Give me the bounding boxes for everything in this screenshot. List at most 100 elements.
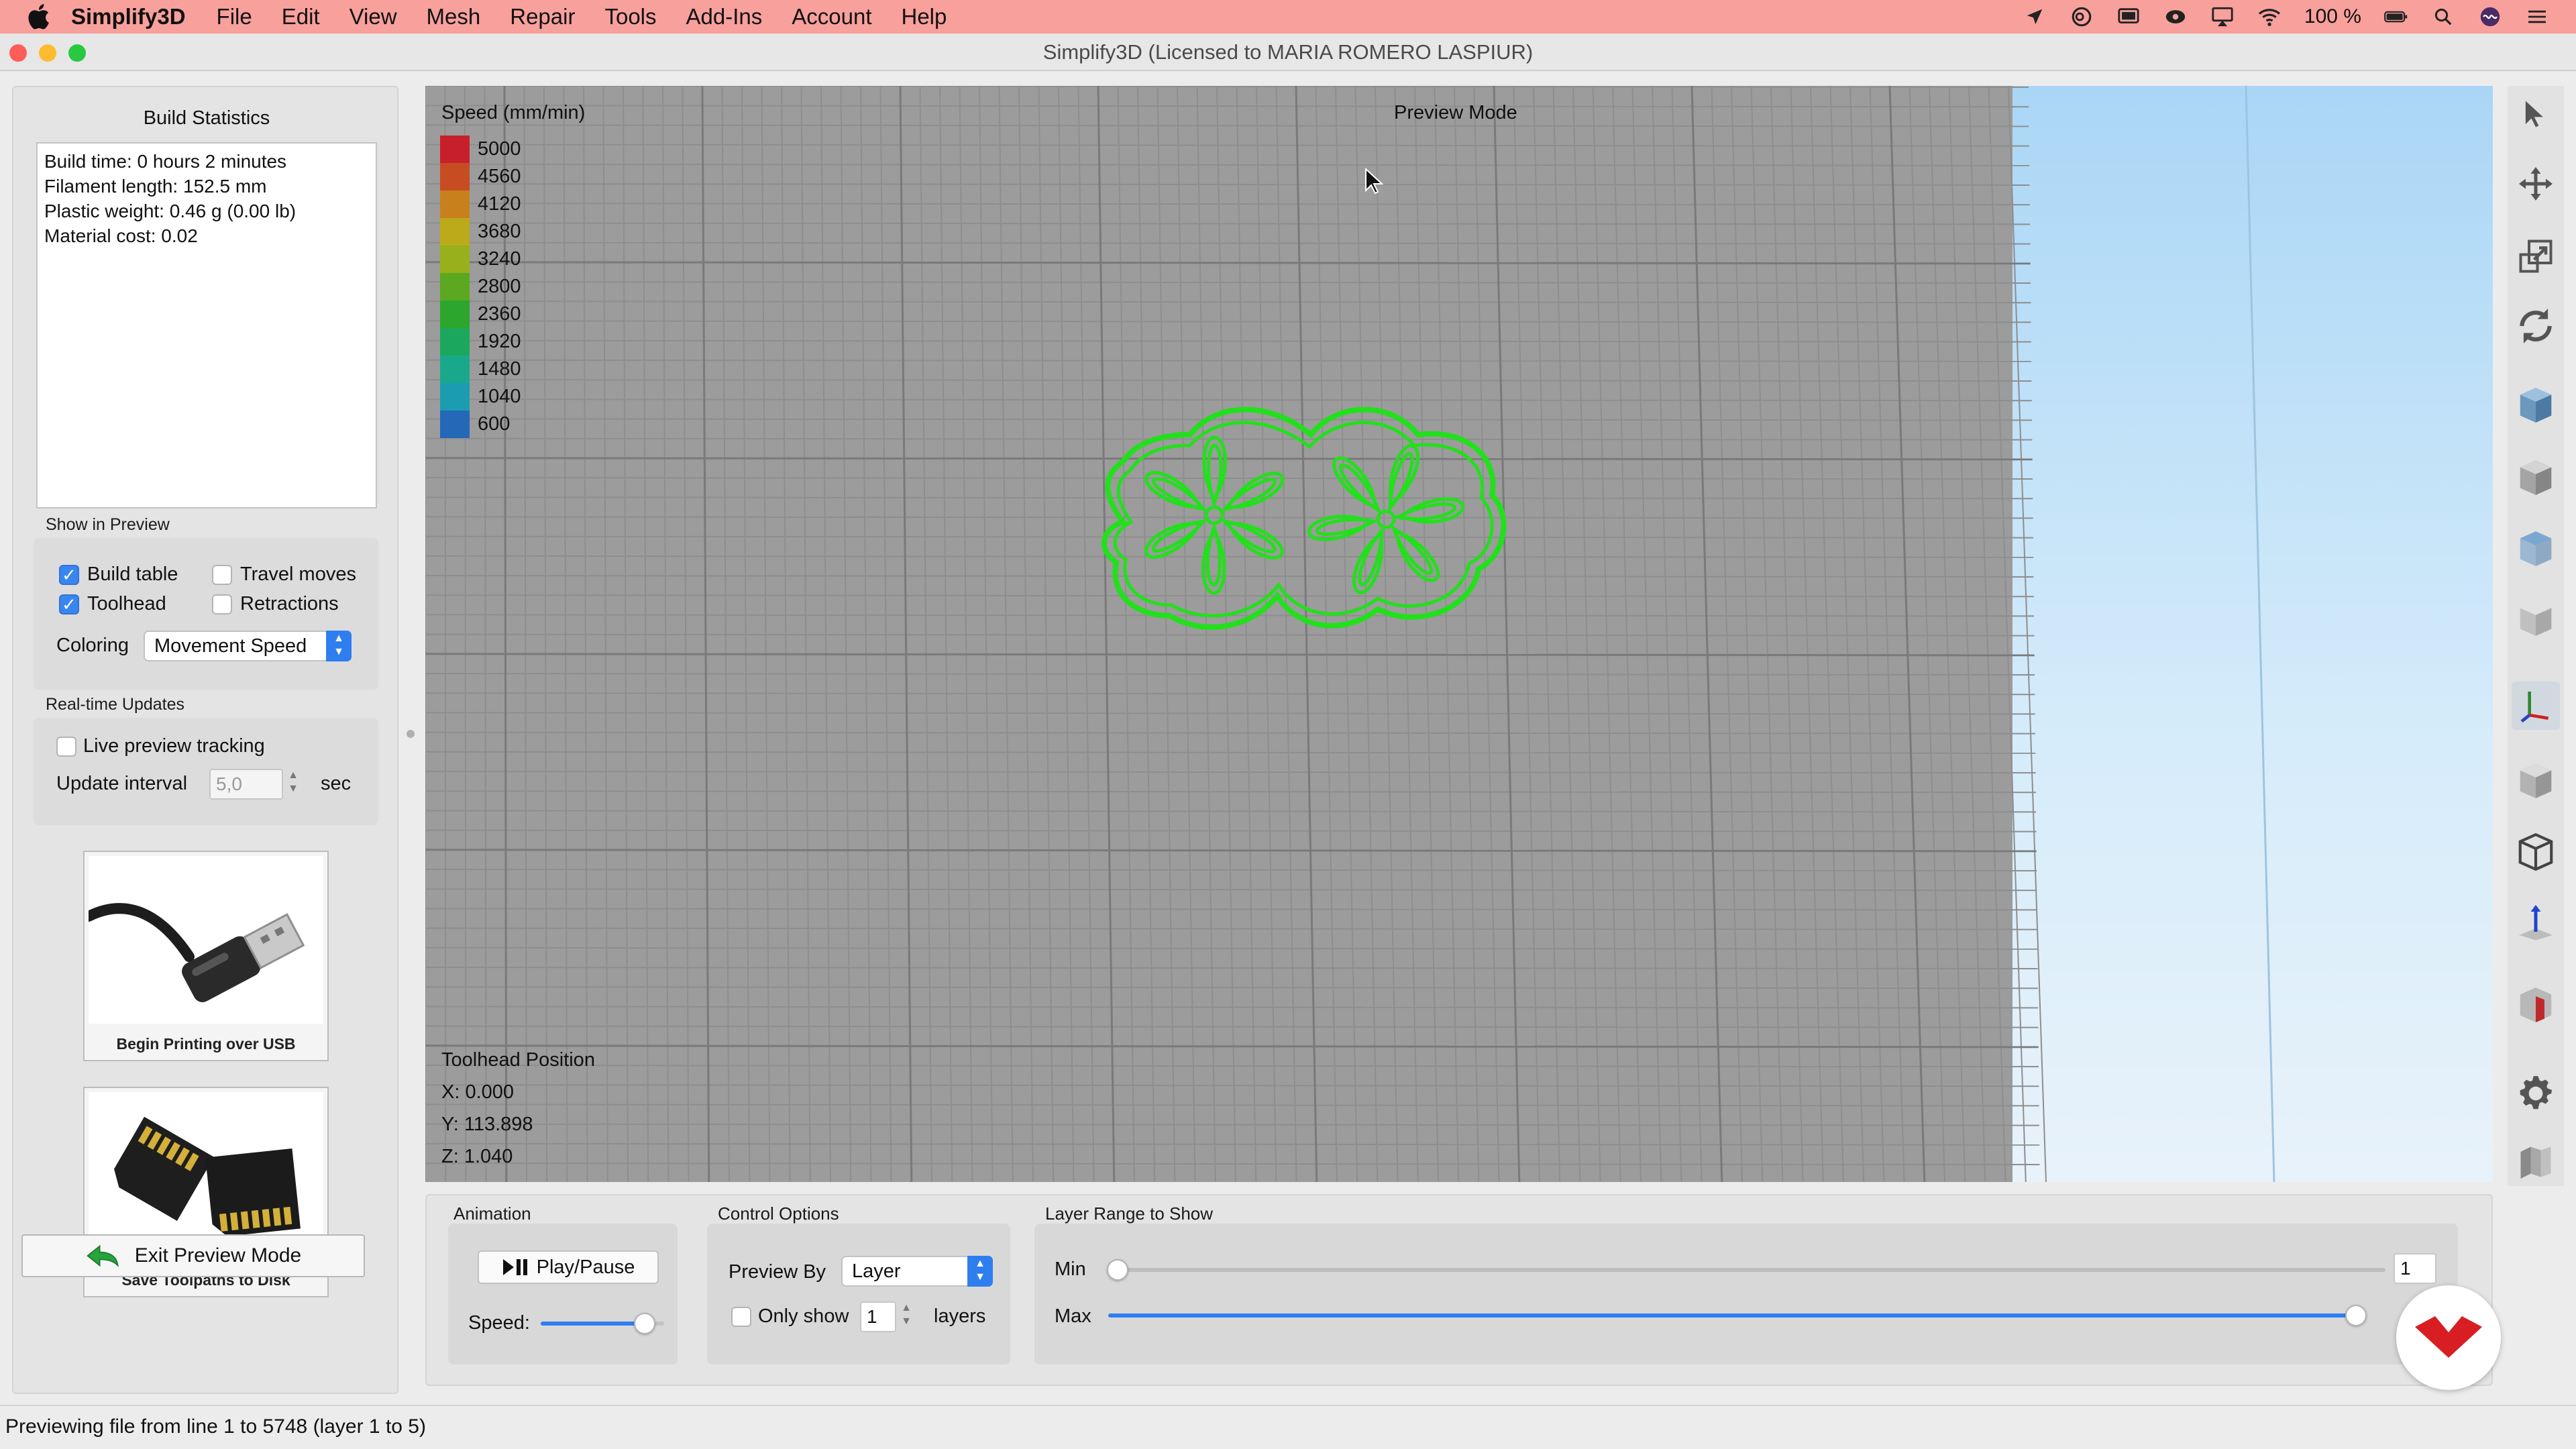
move-tool-icon[interactable] <box>2512 160 2560 208</box>
view-toolbar <box>2508 86 2564 1186</box>
legend-swatch <box>440 273 470 301</box>
toolhead-checkbox[interactable]: ✓ <box>59 594 79 614</box>
rotate-tool-icon[interactable] <box>2512 302 2560 350</box>
realtime-updates-label: Real-time Updates <box>46 695 185 714</box>
status-bar: Previewing file from line 1 to 5748 (lay… <box>0 1405 2576 1449</box>
menu-add-ins[interactable]: Add-Ins <box>686 4 763 30</box>
build-table-label: Build table <box>87 564 178 585</box>
min-layer-slider-track[interactable] <box>1118 1268 2385 1272</box>
menu-edit[interactable]: Edit <box>282 4 320 30</box>
wifi-icon[interactable] <box>2257 5 2282 29</box>
view-front-cube-icon[interactable] <box>2512 453 2560 502</box>
status-text: Previewing file from line 1 to 5748 (lay… <box>5 1415 426 1438</box>
axes-toggle-icon[interactable] <box>2512 682 2560 730</box>
exit-preview-mode-label: Exit Preview Mode <box>134 1244 302 1267</box>
library-icon[interactable] <box>2512 1138 2560 1186</box>
menu-help[interactable]: Help <box>902 4 947 30</box>
brand-logo <box>2396 1285 2501 1390</box>
legend-swatch <box>440 411 470 438</box>
only-show-checkbox[interactable] <box>731 1307 751 1327</box>
menu-file[interactable]: File <box>217 4 252 30</box>
scale-tool-icon[interactable] <box>2512 232 2560 280</box>
build-plate-axis-icon[interactable] <box>2512 898 2560 946</box>
max-layer-slider-track[interactable] <box>1108 1313 2356 1318</box>
airplay-icon[interactable] <box>2210 5 2235 29</box>
max-layer-slider-knob[interactable] <box>2345 1305 2367 1326</box>
play-pause-label: Play/Pause <box>536 1256 635 1278</box>
legend-swatch <box>440 136 470 163</box>
legend-swatch <box>440 356 470 383</box>
screen-icon[interactable] <box>2116 5 2141 29</box>
panel-splitter-handle[interactable] <box>407 730 415 738</box>
legend-value: 4560 <box>478 166 521 187</box>
back-arrow-icon <box>86 1244 119 1267</box>
view-top-cube-icon[interactable] <box>2512 525 2560 573</box>
legend-value: 1040 <box>478 386 521 407</box>
view-side-cube-icon[interactable] <box>2512 594 2560 643</box>
update-interval-unit: sec <box>321 773 352 794</box>
update-interval-input[interactable]: 5,0 <box>209 769 283 800</box>
min-layer-value[interactable]: 1 <box>2394 1253 2436 1284</box>
travel-moves-label: Travel moves <box>240 564 356 585</box>
legend-swatch <box>440 218 470 246</box>
settings-gear-icon[interactable] <box>2512 1069 2560 1118</box>
legend-value: 2360 <box>478 303 521 325</box>
preview-by-value: Layer <box>852 1260 901 1282</box>
3d-preview-viewport[interactable]: Speed (mm/min) Preview Mode 5000 4560 4120… <box>425 86 2493 1182</box>
toolhead-x: X: 0.000 <box>441 1081 515 1103</box>
legend-swatch <box>440 383 470 411</box>
layers-label: layers <box>934 1305 986 1327</box>
view-iso-cube-icon[interactable] <box>2512 381 2560 429</box>
select-chevron-icon: ▲ ▼ <box>967 1256 993 1287</box>
control-center-icon[interactable] <box>2525 5 2549 29</box>
update-interval-stepper[interactable]: ▲ ▼ <box>284 769 302 800</box>
min-layer-slider-knob[interactable] <box>1107 1259 1128 1281</box>
control-options-group: Preview By Layer ▲ ▼ Only show 1 ▲ ▼ layer… <box>707 1224 1010 1364</box>
left-panel: Build Statistics Build time: 0 hours 2 m… <box>12 86 398 1394</box>
menu-view[interactable]: View <box>350 4 397 30</box>
filament-length: Filament length: 152.5 mm <box>44 176 267 197</box>
mouse-cursor-icon <box>1365 168 1383 195</box>
menu-mesh[interactable]: Mesh <box>427 4 481 30</box>
location-arrow-icon[interactable] <box>2023 5 2047 29</box>
select-tool-icon[interactable] <box>2512 90 2560 138</box>
siri-icon[interactable] <box>2478 5 2502 29</box>
toolhead-position-title: Toolhead Position <box>441 1049 595 1071</box>
app-menu[interactable]: Simplify3D <box>71 4 186 30</box>
exit-preview-mode-button[interactable]: Exit Preview Mode <box>21 1234 365 1277</box>
battery-icon[interactable] <box>2384 5 2408 29</box>
coloring-select[interactable]: Movement Speed ▲ ▼ <box>144 631 352 661</box>
apple-icon[interactable] <box>25 2 55 32</box>
select-chevron-icon: ▲ ▼ <box>326 631 352 661</box>
only-show-layers-input[interactable]: 1 <box>860 1301 896 1332</box>
menu-repair[interactable]: Repair <box>510 4 575 30</box>
creative-cloud-icon[interactable] <box>2070 5 2094 29</box>
cloud-eye-icon[interactable] <box>2163 5 2188 29</box>
animation-title: Animation <box>453 1203 531 1224</box>
legend-swatch <box>440 328 470 356</box>
window-title: Simplify3D (Licensed to MARIA ROMERO LAS… <box>1042 40 1534 64</box>
menu-tools[interactable]: Tools <box>604 4 656 30</box>
spotlight-search-icon[interactable] <box>2431 5 2455 29</box>
layer-range-group: Min 1 Max <box>1034 1224 2458 1364</box>
print-over-usb-button[interactable]: Begin Printing over USB <box>83 851 329 1061</box>
build-table-checkbox[interactable]: ✓ <box>59 565 79 585</box>
only-show-stepper[interactable]: ▲ ▼ <box>898 1301 915 1332</box>
material-cost: Material cost: 0.02 <box>44 225 198 246</box>
travel-moves-checkbox[interactable] <box>212 565 232 585</box>
menu-account[interactable]: Account <box>792 4 871 30</box>
show-in-preview-label: Show in Preview <box>46 515 170 534</box>
solid-view-cube-icon[interactable] <box>2512 757 2560 805</box>
legend-swatch <box>440 163 470 191</box>
status-menu-icons: 100 % <box>2023 0 2549 34</box>
legend-value: 1920 <box>478 331 521 352</box>
cross-section-icon[interactable] <box>2512 981 2560 1029</box>
preview-controls-panel: Animation Play/Pause Speed: Control Opti… <box>425 1194 2493 1386</box>
speed-slider-knob[interactable] <box>633 1313 655 1334</box>
preview-by-select[interactable]: Layer ▲ ▼ <box>841 1256 993 1287</box>
retractions-checkbox[interactable] <box>212 594 232 614</box>
live-preview-tracking-checkbox[interactable] <box>56 737 76 757</box>
wireframe-cube-icon[interactable] <box>2512 828 2560 876</box>
play-pause-button[interactable]: Play/Pause <box>478 1250 659 1284</box>
layer-range-title: Layer Range to Show <box>1045 1203 1214 1224</box>
